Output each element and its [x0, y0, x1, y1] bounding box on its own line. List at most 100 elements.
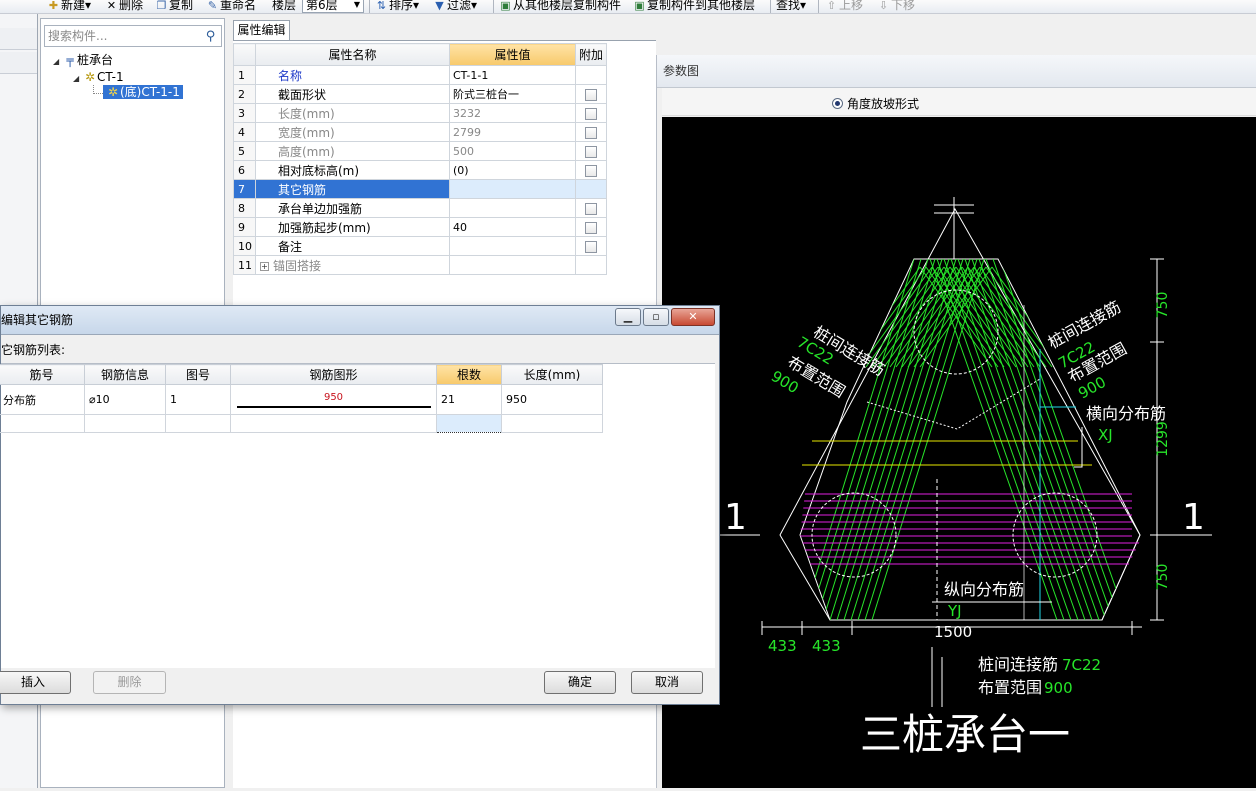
cad-rebar-line — [971, 259, 1100, 620]
table-row[interactable]: 9 加强筋起步(mm) 40 — [233, 217, 608, 237]
cell-empty[interactable] — [165, 414, 231, 433]
rebar-table-area: 筋号 钢筋信息 图号 钢筋图形 根数 长度(mm) 分布筋 ⌀10 1 950 — [0, 363, 715, 668]
property-value[interactable]: 3232 — [449, 103, 576, 123]
property-extra — [574, 179, 608, 199]
angle-slope-radio[interactable]: 角度放坡形式 — [832, 95, 919, 112]
floor-select[interactable]: 第6层 ▼ — [302, 0, 364, 13]
maximize-button[interactable]: ▫ — [643, 308, 669, 326]
property-value[interactable] — [449, 198, 576, 218]
cell-empty[interactable] — [0, 414, 85, 433]
property-value[interactable]: 500 — [449, 141, 576, 161]
tree-node-root[interactable]: ◢ ╤ 桩承台 — [53, 52, 113, 69]
property-value[interactable] — [449, 255, 576, 275]
move-up-button[interactable]: ⇧ 上移 — [826, 0, 863, 13]
search-icon[interactable]: ⚲ — [202, 28, 219, 45]
extra-checkbox[interactable] — [585, 126, 597, 139]
move-down-button[interactable]: ⇩ 下移 — [878, 0, 915, 13]
property-extra — [574, 122, 608, 142]
property-extra — [574, 217, 608, 237]
property-name[interactable]: 备注 — [255, 236, 450, 256]
cell-count[interactable]: 21 — [436, 384, 502, 415]
minimize-button[interactable]: ▁ — [615, 308, 641, 326]
radio-selected-icon — [832, 98, 843, 109]
delete-row-button[interactable]: 删除 — [93, 671, 166, 694]
cell-length[interactable]: 950 — [501, 384, 603, 415]
property-value[interactable]: 2799 — [449, 122, 576, 142]
cell-bar-shape[interactable]: 950 — [230, 384, 437, 415]
property-value[interactable]: 阶式三桩台一 — [449, 84, 576, 104]
property-name[interactable]: 截面形状 — [255, 84, 450, 104]
property-name[interactable]: 加强筋起步(mm) — [255, 217, 450, 237]
extra-checkbox[interactable] — [585, 145, 597, 158]
property-name[interactable]: 宽度(mm) — [255, 122, 450, 142]
sort-button[interactable]: ⇅ 排序▾ — [376, 0, 419, 13]
filter-button[interactable]: ▼ 过滤▾ — [434, 0, 477, 13]
cell-bar-info[interactable]: ⌀10 — [84, 384, 166, 415]
property-value[interactable] — [449, 179, 576, 199]
close-button[interactable]: ✕ — [671, 308, 715, 326]
property-value[interactable] — [449, 236, 576, 256]
extra-checkbox[interactable] — [585, 107, 597, 120]
property-value[interactable]: (0) — [449, 160, 576, 180]
find-button[interactable]: 查找▾ — [776, 0, 806, 13]
extra-checkbox[interactable] — [585, 202, 597, 215]
cell-empty[interactable] — [501, 414, 603, 433]
cell-fig-no[interactable]: 1 — [165, 384, 231, 415]
table-row[interactable]: 6 相对底标高(m) (0) — [233, 160, 608, 180]
shape-length-label: 950 — [323, 391, 344, 403]
property-value[interactable]: CT-1-1 — [449, 65, 576, 85]
extra-checkbox[interactable] — [585, 221, 597, 234]
table-row[interactable]: 5 高度(mm) 500 — [233, 141, 608, 161]
table-row[interactable]: 8 承台单边加强筋 — [233, 198, 608, 218]
copy-button[interactable]: ❐ 复制 — [156, 0, 193, 13]
cancel-button[interactable]: 取消 — [631, 671, 703, 694]
tree-node-selected[interactable]: ✲ (底)CT-1-1 — [103, 85, 183, 99]
table-row-empty[interactable] — [0, 414, 603, 433]
table-row[interactable]: 3 长度(mm) 3232 — [233, 103, 608, 123]
cad-drawing: 1 1 750 1299 750 433 433 1500 桩间连接筋 7C22… — [662, 117, 1256, 788]
cad-rebar-line — [913, 266, 987, 368]
table-row[interactable]: 11 + 锚固搭接 — [233, 255, 608, 275]
expand-arrow-icon[interactable]: ◢ — [73, 70, 83, 87]
cell-empty[interactable] — [230, 414, 437, 433]
table-row[interactable]: 10 备注 — [233, 236, 608, 256]
extra-checkbox[interactable] — [585, 88, 597, 101]
table-row[interactable]: 7 其它钢筋 — [233, 179, 608, 199]
delete-button[interactable]: ✕ 删除 — [106, 0, 143, 13]
cad-rebar-line — [843, 259, 957, 620]
property-name[interactable]: 高度(mm) — [255, 141, 450, 161]
search-input[interactable] — [45, 26, 200, 46]
close-icon: ✕ — [688, 310, 698, 323]
expand-plus-icon[interactable]: + — [260, 261, 269, 271]
table-row[interactable]: 4 宽度(mm) 2799 — [233, 122, 608, 142]
insert-button[interactable]: 插入 — [0, 671, 71, 694]
left-nav-item[interactable] — [0, 28, 37, 50]
arrow-down-icon: ⇩ — [878, 0, 889, 12]
rename-button[interactable]: ✎ 重命名 — [207, 0, 256, 13]
property-name[interactable]: + 锚固搭接 — [255, 255, 450, 275]
cell-bar-no[interactable]: 分布筋 — [0, 384, 85, 415]
property-name[interactable]: 长度(mm) — [255, 103, 450, 123]
tree-node-leaf[interactable]: ✲ (底)CT-1-1 — [103, 84, 183, 101]
cad-bot-val2: 900 — [1044, 679, 1073, 697]
table-row[interactable]: 2 截面形状 阶式三桩台一 — [233, 84, 608, 104]
new-button[interactable]: ✚ 新建▾ — [48, 0, 91, 13]
extra-checkbox[interactable] — [585, 164, 597, 177]
copy-from-floor-button[interactable]: ▣ 从其他楼层复制构件 — [500, 0, 621, 13]
property-value[interactable]: 40 — [449, 217, 576, 237]
cell-empty[interactable] — [84, 414, 166, 433]
tab-property-edit[interactable]: 属性编辑 — [233, 20, 290, 40]
copy-to-floor-button[interactable]: ▣ 复制构件到其他楼层 — [634, 0, 755, 13]
table-row[interactable]: 1 名称 CT-1-1 — [233, 65, 608, 85]
property-name[interactable]: 其它钢筋 — [255, 179, 450, 199]
property-name[interactable]: 承台单边加强筋 — [255, 198, 450, 218]
property-name[interactable]: 名称 — [255, 65, 450, 85]
extra-checkbox[interactable] — [585, 240, 597, 253]
cell-current[interactable] — [436, 414, 502, 433]
cad-rebar-line — [949, 266, 1023, 368]
table-row[interactable]: 分布筋 ⌀10 1 950 21 950 — [0, 384, 603, 415]
property-name[interactable]: 相对底标高(m) — [255, 160, 450, 180]
expand-arrow-icon[interactable]: ◢ — [53, 53, 63, 70]
left-nav-item[interactable] — [0, 52, 37, 74]
ok-button[interactable]: 确定 — [544, 671, 616, 694]
